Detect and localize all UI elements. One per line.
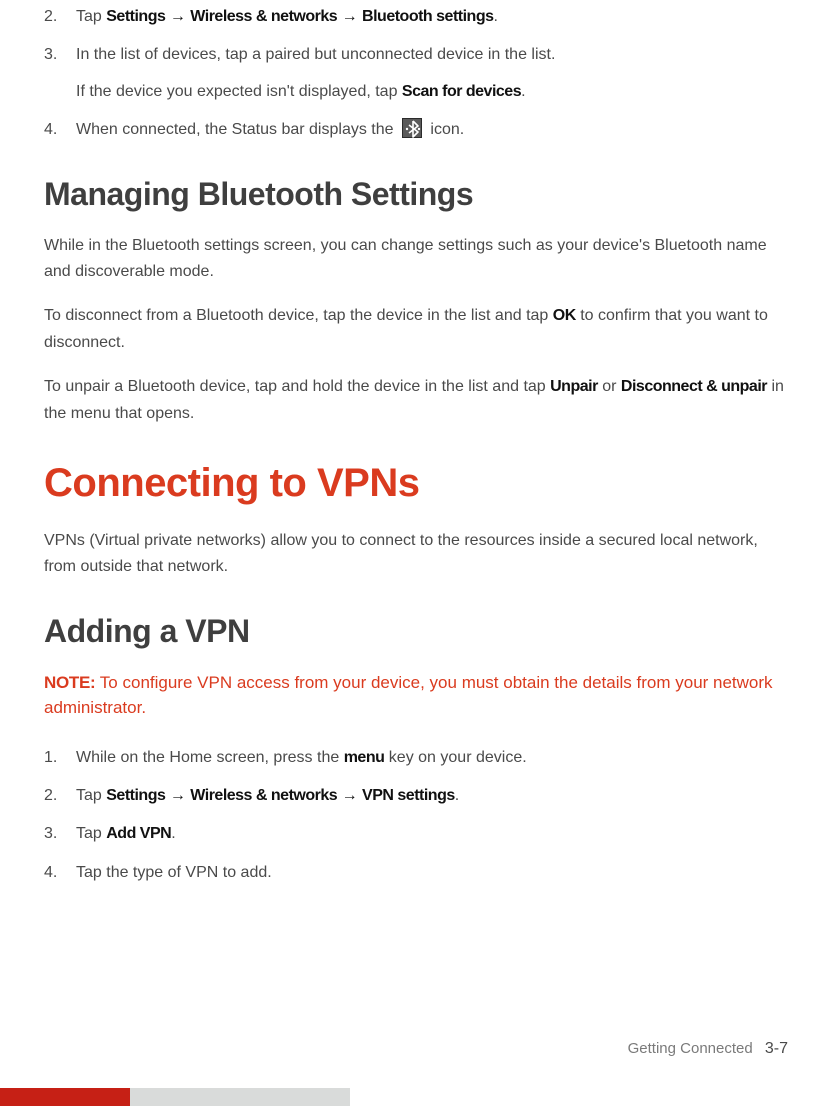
text: or	[598, 378, 621, 395]
step-number: 1.	[44, 745, 76, 771]
step-body: Tap Add VPN.	[76, 821, 788, 847]
text: In the list of devices, tap a paired but…	[76, 46, 555, 63]
step-body: In the list of devices, tap a paired but…	[76, 42, 788, 105]
stripe-red	[0, 1088, 130, 1106]
step-number: 4.	[44, 117, 76, 143]
footer-section-name: Getting Connected	[628, 1040, 753, 1057]
vpn-step-2: 2. Tap Settings → Wireless & networks → …	[44, 783, 788, 809]
text: To disconnect from a Bluetooth device, t…	[44, 307, 553, 324]
arrow-icon: →	[342, 787, 358, 804]
step-number: 3.	[44, 821, 76, 847]
step-body: When connected, the Status bar displays …	[76, 117, 788, 143]
arrow-icon: →	[170, 787, 186, 804]
bluetooth-connected-icon	[402, 118, 422, 138]
menu-key-label: menu	[344, 749, 385, 766]
heading-managing-bluetooth: Managing Bluetooth Settings	[44, 176, 788, 213]
paragraph: To disconnect from a Bluetooth device, t…	[44, 303, 788, 356]
step-number: 4.	[44, 860, 76, 886]
text: Tap	[76, 787, 106, 804]
arrow-icon: →	[170, 8, 186, 25]
paragraph: VPNs (Virtual private networks) allow yo…	[44, 528, 788, 581]
text: Tap	[76, 825, 106, 842]
text: If the device you expected isn't display…	[76, 83, 402, 100]
step-2-bluetooth-settings: 2. Tap Settings → Wireless & networks → …	[44, 4, 788, 30]
step-body: Tap the type of VPN to add.	[76, 860, 788, 886]
note-block: NOTE: To configure VPN access from your …	[44, 670, 788, 721]
text: .	[493, 8, 497, 25]
text: .	[171, 825, 175, 842]
disconnect-unpair-label: Disconnect & unpair	[621, 378, 767, 395]
arrow-icon: →	[342, 8, 358, 25]
heading-adding-vpn: Adding a VPN	[44, 613, 788, 650]
path-bluetooth: Bluetooth settings	[362, 8, 493, 25]
step-number: 3.	[44, 42, 76, 105]
text: To unpair a Bluetooth device, tap and ho…	[44, 378, 550, 395]
path-settings: Settings	[106, 8, 165, 25]
text: .	[455, 787, 459, 804]
scan-for-devices: Scan for devices	[402, 83, 521, 100]
footer-stripe	[0, 1088, 350, 1106]
step-3-paired-device: 3. In the list of devices, tap a paired …	[44, 42, 788, 105]
unpair-label: Unpair	[550, 378, 598, 395]
note-text: To configure VPN access from your device…	[44, 673, 773, 718]
path-settings: Settings	[106, 787, 165, 804]
step-body: While on the Home screen, press the menu…	[76, 745, 788, 771]
text: .	[521, 83, 525, 100]
page-footer: Getting Connected 3-7	[628, 1040, 788, 1058]
path-wireless: Wireless & networks	[190, 8, 337, 25]
text: When connected, the Status bar displays …	[76, 121, 398, 138]
vpn-step-4: 4. Tap the type of VPN to add.	[44, 860, 788, 886]
text: While on the Home screen, press the	[76, 749, 344, 766]
vpn-step-1: 1. While on the Home screen, press the m…	[44, 745, 788, 771]
note-label: NOTE:	[44, 673, 95, 692]
vpn-step-3: 3. Tap Add VPN.	[44, 821, 788, 847]
heading-connecting-vpns: Connecting to VPNs	[44, 461, 788, 506]
step-number: 2.	[44, 4, 76, 30]
step-4-status-bar: 4. When connected, the Status bar displa…	[44, 117, 788, 143]
ok-label: OK	[553, 307, 576, 324]
stripe-gray	[130, 1088, 350, 1106]
text: Tap	[76, 8, 106, 25]
page-number: 3-7	[765, 1040, 788, 1057]
paragraph: To unpair a Bluetooth device, tap and ho…	[44, 374, 788, 427]
add-vpn-label: Add VPN	[106, 825, 171, 842]
step-number: 2.	[44, 783, 76, 809]
sub-paragraph: If the device you expected isn't display…	[76, 79, 788, 105]
step-body: Tap Settings → Wireless & networks → Blu…	[76, 4, 788, 30]
paragraph: While in the Bluetooth settings screen, …	[44, 233, 788, 286]
text: icon.	[430, 121, 464, 138]
path-wireless: Wireless & networks	[190, 787, 337, 804]
text: key on your device.	[384, 749, 526, 766]
step-body: Tap Settings → Wireless & networks → VPN…	[76, 783, 788, 809]
path-vpn-settings: VPN settings	[362, 787, 455, 804]
